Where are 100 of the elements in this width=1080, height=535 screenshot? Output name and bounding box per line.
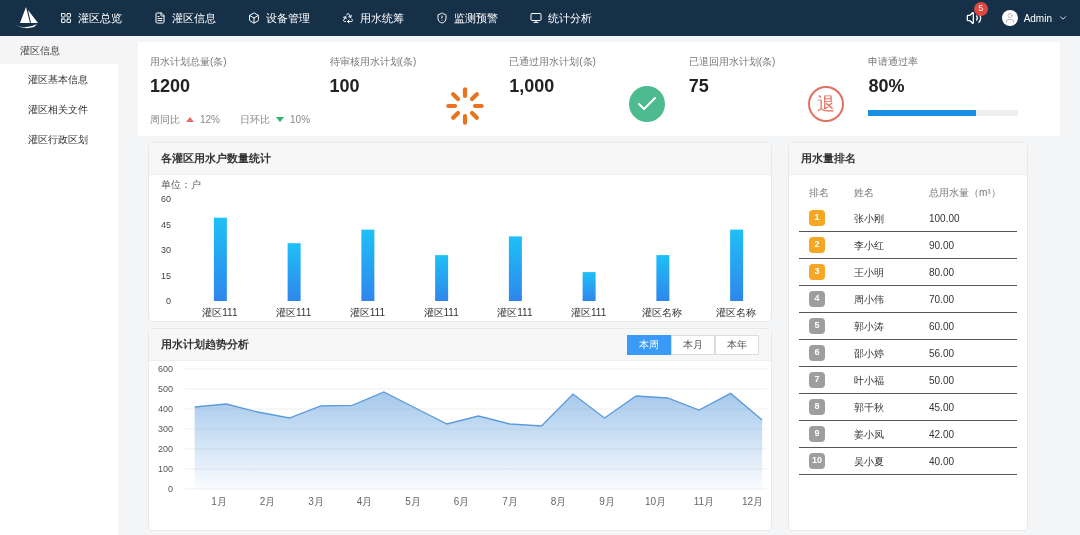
nav-item[interactable]: 灌区信息 (154, 9, 216, 27)
column-header: 总用水量（m³） (929, 185, 1002, 200)
axis-label: 500 (157, 384, 173, 394)
axis-label: 灌区111 (202, 307, 238, 318)
table-cell-text: 56.00 (929, 346, 956, 361)
table-cell-text: 100.00 (929, 211, 961, 226)
nav-item[interactable]: 监测预警 (436, 9, 498, 27)
card-title: 用水计划趋势分析 (161, 337, 249, 353)
rank-badge: 1 (809, 210, 825, 226)
stat-value: 1,000 (509, 75, 556, 98)
sidebar-group-title[interactable]: 灌区信息 (0, 36, 118, 64)
axis-label: 8月 (550, 496, 567, 507)
bar (730, 229, 744, 301)
stat-label: 用水计划总量(条) (150, 55, 228, 69)
axis-label: 15 (161, 270, 171, 281)
bar (508, 236, 522, 301)
table-cell-text: 叶小福 (854, 373, 885, 388)
sidebar-item[interactable]: 灌区行政区划 (0, 124, 118, 154)
unit-label: 单位：户 (160, 179, 202, 191)
check-icon (628, 86, 665, 122)
table-cell-text: 李小红 (854, 238, 885, 253)
period-tab[interactable]: 本月 (671, 334, 715, 355)
axis-label: 6月 (453, 496, 470, 507)
trend-label: 周同比 (150, 113, 180, 127)
axis-label: 300 (157, 424, 173, 434)
axis-label: 0 (166, 296, 171, 306)
axis-label: 0 (168, 484, 173, 494)
axis-label: 灌区111 (571, 307, 607, 318)
table-cell-text: 吴小夏 (854, 454, 885, 469)
trend-value: 10% (290, 113, 311, 127)
bar (656, 255, 670, 301)
bar (361, 229, 375, 301)
period-tab[interactable]: 本年 (715, 334, 759, 355)
table-cell-text: 张小刚 (854, 211, 885, 226)
axis-label: 2月 (259, 496, 276, 507)
axis-label: 灌区111 (497, 307, 533, 318)
table-cell-text: 周小伟 (854, 292, 885, 307)
rank-badge: 5 (809, 318, 825, 334)
table-cell-text: 42.00 (929, 427, 956, 442)
table-cell-text: 70.00 (929, 292, 956, 307)
axis-label: 7月 (502, 496, 518, 507)
rank-badge: 6 (809, 345, 825, 361)
speaker-icon[interactable] (965, 10, 982, 26)
document-icon (154, 12, 166, 24)
cube-icon (248, 12, 260, 24)
table-cell-text: 80.00 (929, 265, 956, 280)
avatar-icon (1001, 10, 1018, 26)
axis-label: 4月 (356, 496, 373, 507)
rank-badge: 10 (809, 453, 825, 469)
axis-label: 9月 (599, 496, 615, 507)
column-header: 排名 (809, 185, 830, 200)
rank-badge: 2 (809, 237, 825, 253)
nav-item[interactable]: 用水统筹 (342, 9, 404, 27)
recycle-icon (342, 12, 354, 24)
chevron-icon (1058, 13, 1068, 23)
stat-label: 待审核用水计划(条) (329, 55, 417, 69)
rank-badge: 9 (809, 426, 825, 442)
trend-label: 日环比 (240, 113, 270, 127)
table-cell-text: 姜小凤 (854, 427, 885, 442)
return-stamp: 退 (808, 86, 845, 122)
shield-icon (436, 12, 448, 24)
stat-label: 已退回用水计划(条) (688, 55, 776, 69)
table-cell-text: 郭千秋 (854, 400, 885, 415)
notification-badge: 5 (973, 2, 988, 16)
stat-value: 100 (329, 75, 361, 98)
bar (582, 272, 596, 301)
sidebar-item[interactable]: 灌区相关文件 (0, 94, 118, 124)
stat-value: 80% (868, 75, 906, 98)
stat-label: 已通过用水计划(条) (509, 55, 596, 69)
axis-label: 12月 (741, 496, 763, 507)
axis-label: 30 (161, 245, 171, 255)
table-cell-text: 40.00 (929, 454, 956, 469)
axis-label: 灌区名称 (716, 307, 757, 318)
axis-label: 5月 (405, 496, 421, 507)
table-cell-text: 90.00 (929, 238, 956, 253)
stat-value: 75 (688, 75, 710, 98)
card-title: 各灌区用水户数量统计 (149, 143, 771, 175)
bar (287, 243, 301, 301)
card-title: 用水量排名 (789, 143, 1027, 175)
rank-badge: 7 (809, 372, 825, 388)
rank-badge: 4 (809, 291, 825, 307)
axis-label: 灌区111 (276, 307, 312, 318)
grid-icon (60, 12, 72, 24)
axis-label: 1月 (211, 496, 227, 507)
sidebar-item[interactable]: 灌区基本信息 (0, 64, 118, 94)
axis-label: 600 (157, 364, 173, 374)
nav-item[interactable]: 统计分析 (530, 9, 592, 27)
stat-value: 1200 (150, 75, 192, 98)
axis-label: 灌区111 (349, 307, 385, 318)
monitor-icon (530, 12, 542, 24)
nav-item[interactable]: 设备管理 (248, 9, 310, 27)
user-menu[interactable]: Admin (1001, 10, 1068, 26)
up-triangle-icon (186, 117, 194, 122)
table-cell-text: 郭小涛 (854, 319, 885, 334)
rank-badge: 8 (809, 399, 825, 415)
nav-item[interactable]: 灌区总览 (60, 9, 122, 27)
axis-label: 10月 (644, 496, 666, 507)
spinner-icon (445, 86, 486, 126)
axis-label: 11月 (693, 496, 715, 507)
down-triangle-icon (276, 117, 284, 122)
